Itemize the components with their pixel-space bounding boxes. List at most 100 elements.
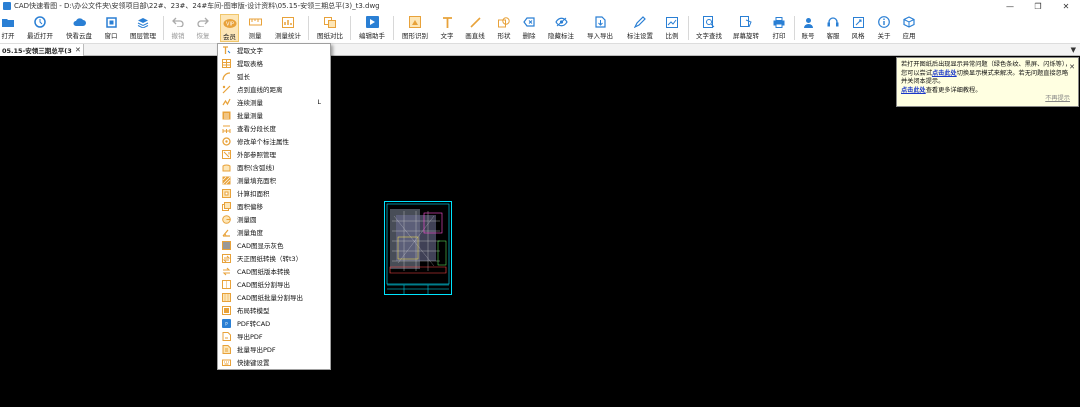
tab-label: 05.15-安领三期总平(3 — [2, 47, 72, 55]
cloud-drive-button[interactable]: 快看云盘 — [64, 14, 94, 42]
tab-drawing[interactable]: 05.15-安领三期总平(3 — [0, 44, 84, 56]
main-toolbar: 打开 最近打开 快看云盘 窗口 图层管理 撤销 恢复 VIP 会员 测量 测量统… — [0, 12, 1080, 44]
shape-recognize-icon — [408, 15, 422, 29]
draw-line-button[interactable]: 画直线 — [463, 14, 487, 42]
menu-item-circle-measure[interactable]: 测量圆 — [218, 213, 330, 225]
menu-item-xref[interactable]: 外部参照管理 — [218, 148, 330, 160]
menu-item-point-line-distance[interactable]: 点到直线的距离 — [218, 83, 330, 95]
style-button[interactable]: 风格 — [850, 14, 866, 42]
fill-area-icon — [221, 175, 231, 185]
apps-button[interactable]: 应用 — [901, 14, 917, 42]
circle-measure-icon — [221, 214, 231, 224]
undo-button[interactable]: 撤销 — [170, 14, 186, 42]
tangent-convert-icon — [221, 253, 231, 263]
layer-management-button[interactable]: 图层管理 — [128, 14, 158, 42]
menu-item-split-export[interactable]: CAD图纸分割导出 — [218, 278, 330, 290]
recent-open-button[interactable]: 最近打开 — [25, 14, 55, 42]
menu-item-angle[interactable]: 测量角度 — [218, 226, 330, 238]
measure-stats-button[interactable]: 测量统计 — [273, 14, 303, 42]
tutorial-link[interactable]: 点击此处 — [901, 87, 926, 94]
edit-annotation-icon — [221, 136, 231, 146]
angle-icon — [221, 227, 231, 237]
notification-text-3: 查看更多详细教程。 — [925, 86, 982, 94]
restore-button[interactable]: ❐ — [1024, 0, 1052, 12]
annotation-settings-button[interactable]: 标注设置 — [625, 14, 655, 42]
scale-icon — [665, 15, 679, 29]
extract-table-icon — [221, 58, 231, 68]
vip-button[interactable]: VIP 会员 — [220, 14, 239, 42]
apps-icon — [902, 15, 916, 29]
continuous-measure-icon — [221, 97, 231, 107]
minimize-button[interactable]: — — [996, 0, 1024, 12]
tab-close-icon[interactable]: ✕ — [75, 46, 81, 54]
menu-item-grayscale[interactable]: CAD图显示灰色 — [218, 239, 330, 251]
shape-button[interactable]: 形状 — [496, 14, 512, 42]
switch-display-mode-link[interactable]: 点击此处 — [932, 70, 957, 77]
menu-item-export-pdf[interactable]: 导出PDF — [218, 330, 330, 342]
measure-button[interactable]: 测量 — [247, 14, 263, 42]
menu-item-pdf-to-cad[interactable]: P PDF转CAD — [218, 317, 330, 329]
menu-item-batch-measure[interactable]: 批量测量 — [218, 109, 330, 121]
style-icon — [851, 15, 865, 29]
delete-button[interactable]: 删除 — [521, 14, 537, 42]
menu-item-batch-split[interactable]: CAD图纸批量分割导出 — [218, 291, 330, 303]
menu-item-batch-export-pdf[interactable]: 批量导出PDF — [218, 343, 330, 355]
menu-item-edit-annotation[interactable]: 修改单个标注属性 — [218, 135, 330, 147]
text-search-icon — [702, 15, 716, 29]
display-issue-notification: 若打开图纸后出现显示异常问题（绿色条纹、黑屏、闪烁等），您可以尝试点击此处切换显… — [896, 57, 1079, 107]
close-button[interactable]: ✕ — [1052, 0, 1080, 12]
print-button[interactable]: 打印 — [771, 14, 787, 42]
menu-item-version-convert[interactable]: CAD图纸版本转换 — [218, 265, 330, 277]
redo-button[interactable]: 恢复 — [195, 14, 211, 42]
hide-annotation-button[interactable]: 隐藏标注 — [546, 14, 576, 42]
menu-item-shortcut-settings[interactable]: 快捷键设置 — [218, 356, 330, 368]
menu-item-layout-model[interactable]: 布局转模型 — [218, 304, 330, 316]
menu-item-subtract-area[interactable]: 计算扣面积 — [218, 187, 330, 199]
account-icon — [801, 15, 815, 29]
menu-item-tangent-convert[interactable]: 天正图纸转换（转t3） — [218, 252, 330, 264]
menu-item-continuous-measure[interactable]: 连续测量 L — [218, 96, 330, 108]
window-button[interactable]: 窗口 — [103, 14, 119, 42]
drawing-canvas[interactable] — [0, 56, 1080, 407]
notification-close-icon[interactable]: ✕ — [1069, 63, 1075, 72]
menu-item-segment-length[interactable]: 查看分段长度 — [218, 122, 330, 134]
title-bar: CAD快速看图 - D:\办公文件夹\安领项目部\22#、23#、24#车间-图… — [0, 0, 1080, 12]
edit-assistant-button[interactable]: 编辑助手 — [357, 14, 387, 42]
menu-item-area-offset[interactable]: 面积偏移 — [218, 200, 330, 212]
layout-model-icon — [221, 305, 231, 315]
extract-text-icon — [221, 45, 231, 55]
edit-assistant-icon — [365, 15, 379, 29]
compare-button[interactable]: 图纸对比 — [315, 14, 345, 42]
cad-drawing-thumbnail — [384, 201, 452, 295]
account-button[interactable]: 账号 — [800, 14, 816, 42]
line-icon — [468, 15, 482, 29]
text-button[interactable]: 文字 — [439, 14, 455, 42]
cloud-icon — [72, 15, 86, 29]
delete-icon — [522, 15, 536, 29]
menu-item-extract-table[interactable]: 提取表格 — [218, 57, 330, 69]
history-icon — [33, 15, 47, 29]
support-button[interactable]: 客服 — [825, 14, 841, 42]
support-icon — [826, 15, 840, 29]
open-button[interactable]: 打开 — [1, 14, 15, 42]
toolbar-separator — [163, 16, 164, 40]
dont-show-again-link[interactable]: 不再提示 — [1045, 95, 1070, 104]
about-button[interactable]: 关于 — [876, 14, 892, 42]
menu-item-fill-area[interactable]: 测量填充面积 — [218, 174, 330, 186]
shape-recognize-button[interactable]: 图形识别 — [400, 14, 430, 42]
scale-button[interactable]: 比例 — [664, 14, 680, 42]
tab-list-dropdown-icon[interactable]: ▼ — [1071, 46, 1076, 54]
redo-icon — [196, 15, 210, 29]
subtract-area-icon — [221, 188, 231, 198]
menu-item-arc-length[interactable]: 弧长 — [218, 70, 330, 82]
screen-rotate-button[interactable]: 屏幕旋转 — [731, 14, 761, 42]
menu-item-area-arc[interactable]: 面积(含弧线) — [218, 161, 330, 173]
layers-icon — [136, 15, 150, 29]
text-search-button[interactable]: 文字查找 — [694, 14, 724, 42]
split-export-icon — [221, 279, 231, 289]
import-export-button[interactable]: 导入导出 — [585, 14, 615, 42]
undo-icon — [171, 15, 185, 29]
window-title: CAD快速看图 - D:\办公文件夹\安领项目部\22#、23#、24#车间-图… — [14, 2, 380, 10]
area-offset-icon — [221, 201, 231, 211]
menu-item-extract-text[interactable]: 提取文字 — [218, 44, 330, 56]
